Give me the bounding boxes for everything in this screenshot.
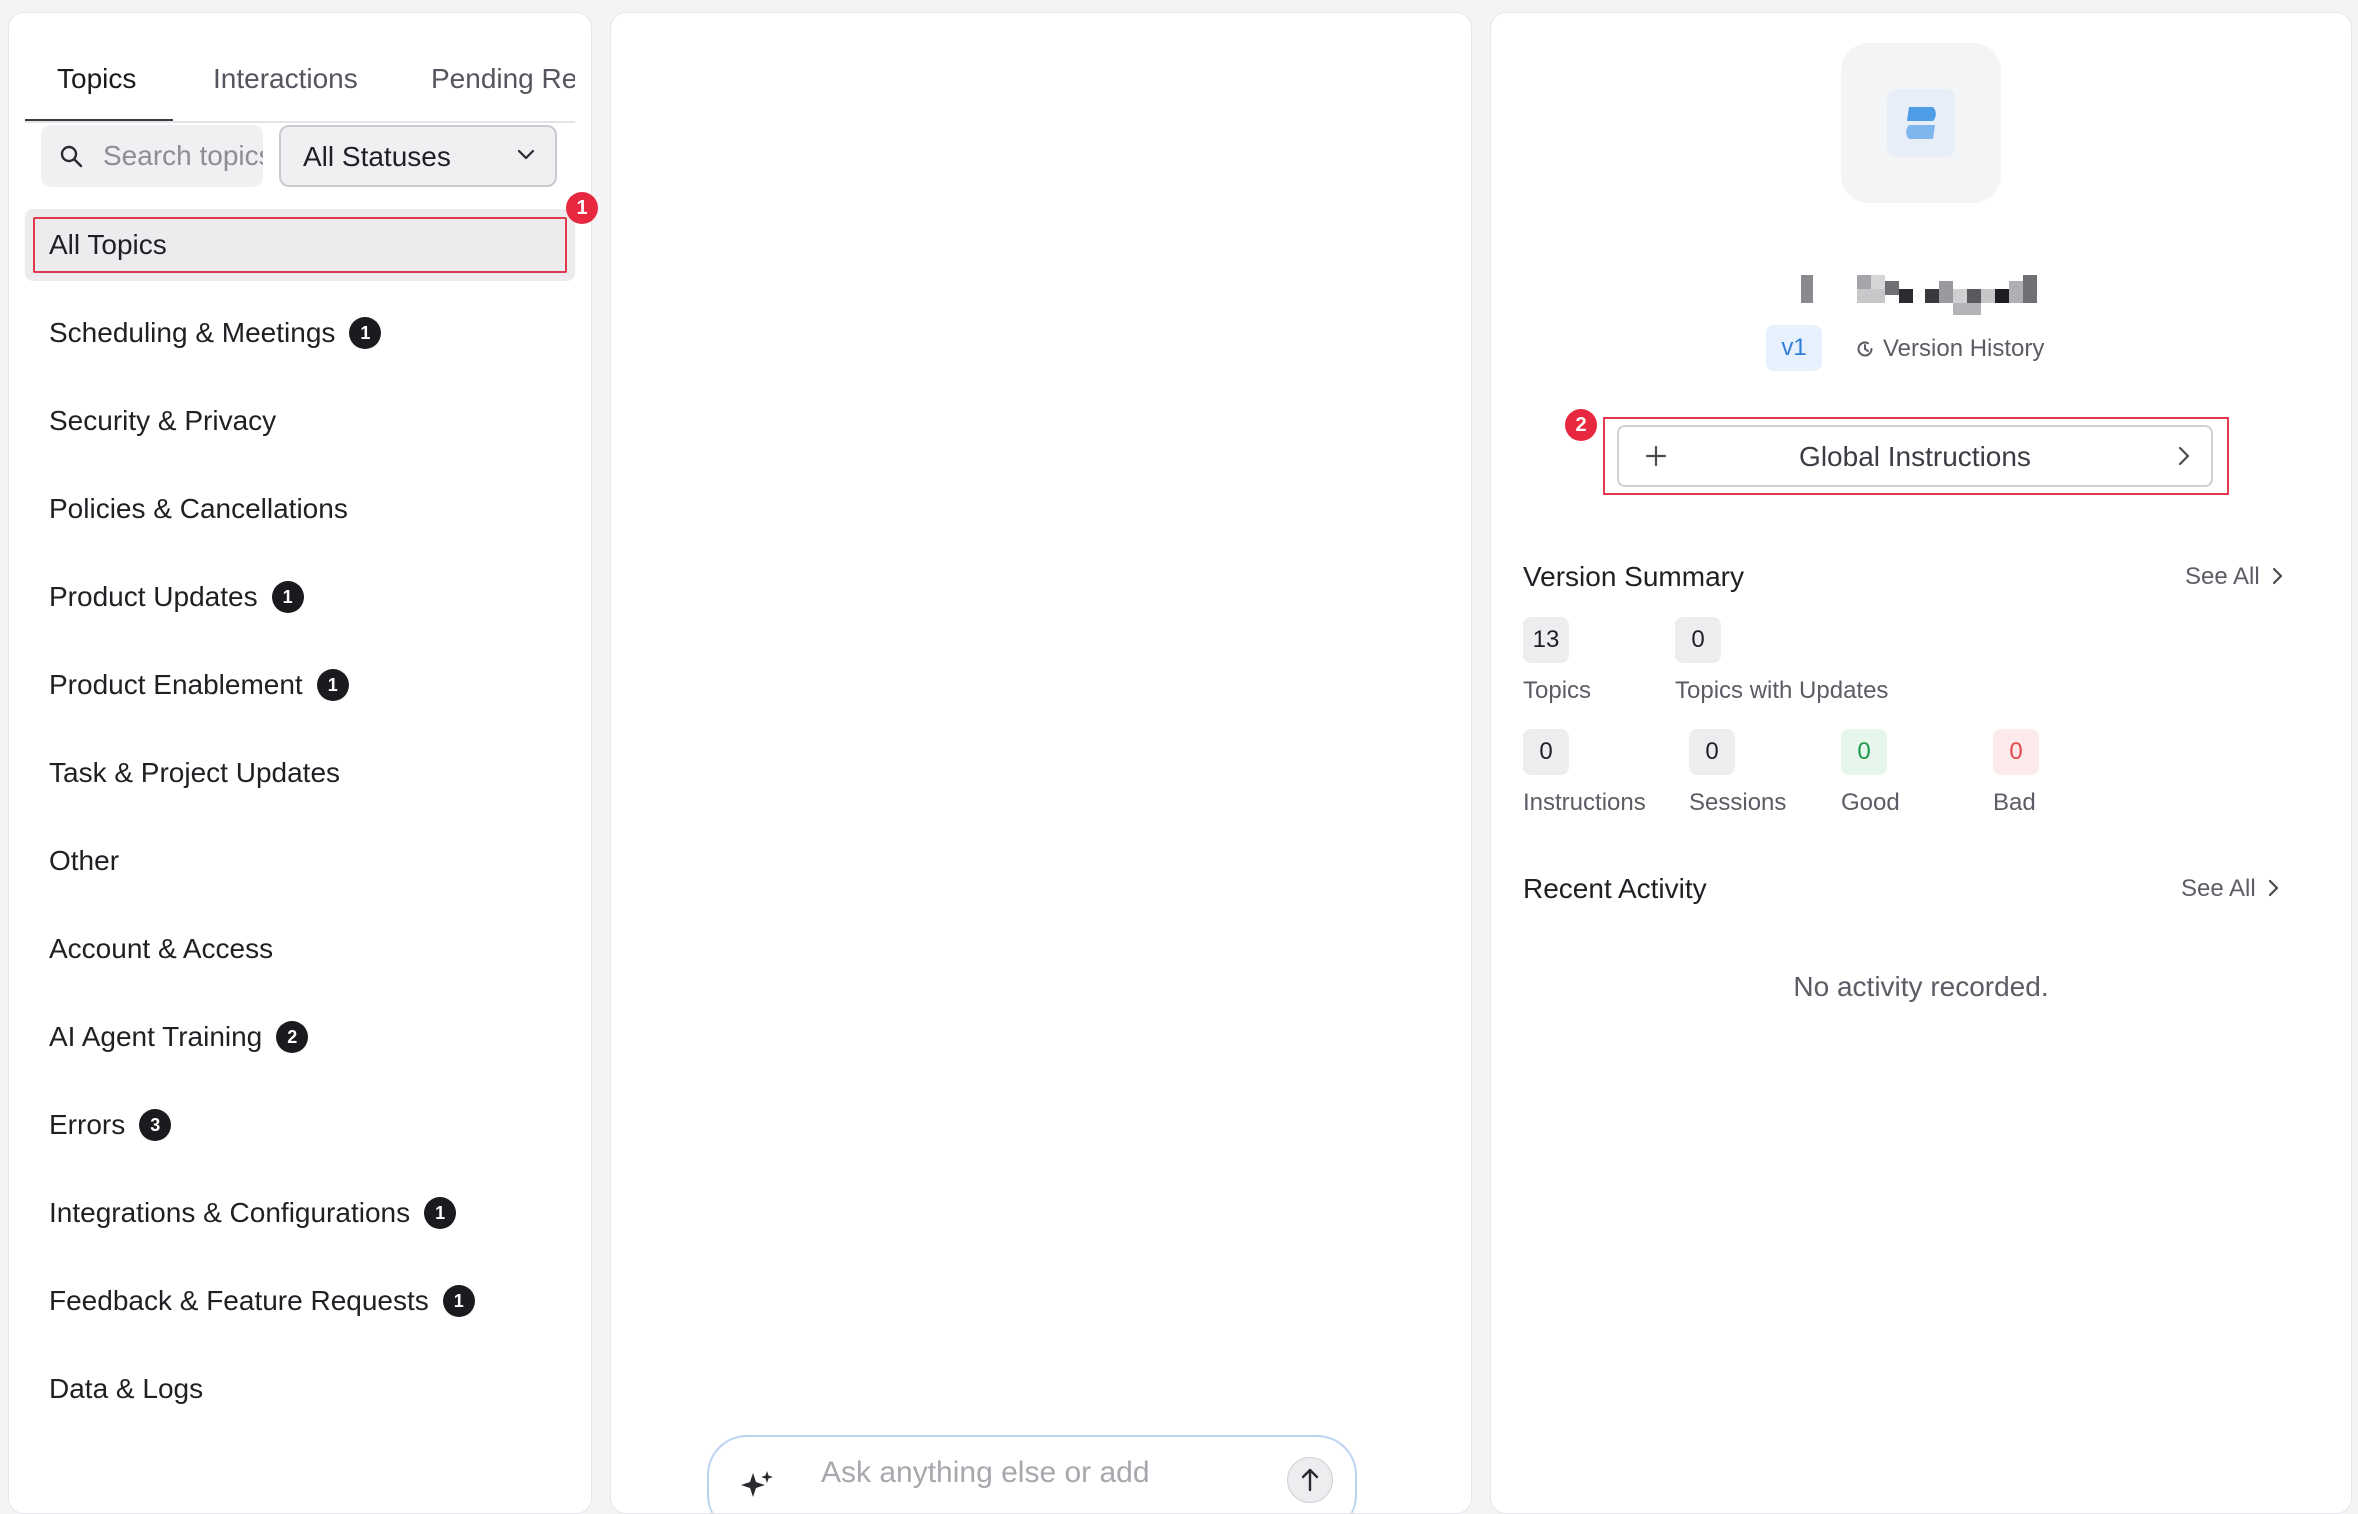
chevron-right-icon — [2272, 567, 2282, 585]
see-all-label: See All — [2185, 563, 2260, 590]
chevron-down-icon — [517, 149, 535, 160]
topic-label: Integrations & Configurations — [49, 1197, 411, 1228]
topic-item-product-enablement[interactable]: Product Enablement 1 — [25, 641, 575, 729]
stat-sessions: 0 Sessions — [1689, 729, 1786, 817]
version-badge[interactable]: v1 — [1766, 325, 1822, 371]
search-box[interactable] — [41, 125, 263, 187]
count-badge: 1 — [349, 317, 382, 349]
topic-item-other[interactable]: Other — [25, 817, 575, 905]
topic-item-security-privacy[interactable]: Security & Privacy — [25, 377, 575, 465]
topic-item-errors[interactable]: Errors 3 — [25, 1081, 575, 1169]
tab-interactions[interactable]: Interactions — [213, 63, 358, 95]
panel-tabs: Topics Interactions Pending Rev — [25, 41, 575, 123]
chevron-right-icon — [2268, 879, 2278, 897]
count-badge: 1 — [424, 1197, 457, 1229]
active-tab-indicator — [25, 119, 173, 121]
topic-label: Other — [49, 845, 120, 876]
version-history-link[interactable]: Version History — [1855, 335, 2044, 363]
topic-item-feedback-feature-requests[interactable]: Feedback & Feature Requests 1 — [25, 1257, 575, 1345]
topic-item-scheduling-meetings[interactable]: Scheduling & Meetings 1 — [25, 289, 575, 377]
chat-composer[interactable] — [707, 1435, 1357, 1513]
tab-topics[interactable]: Topics — [57, 63, 136, 95]
topic-item-data-logs[interactable]: Data & Logs — [25, 1345, 575, 1433]
topic-label: Errors — [49, 1109, 126, 1140]
topic-list: All Topics Scheduling & Meetings 1 Secur… — [25, 209, 575, 1433]
stat-value: 13 — [1523, 617, 1569, 663]
global-instructions-label: Global Instructions — [1799, 441, 2031, 472]
topic-item-account-access[interactable]: Account & Access — [25, 905, 575, 993]
version-history-label: Version History — [1883, 335, 2045, 362]
status-filter-value: All Statuses — [303, 141, 451, 172]
stat-topics-with-updates: 0 Topics with Updates — [1675, 617, 1888, 705]
stat-value: 0 — [1841, 729, 1887, 775]
topic-item-product-updates[interactable]: Product Updates 1 — [25, 553, 575, 641]
annotation-marker-2: 2 — [1565, 409, 1597, 441]
topic-label: Data & Logs — [49, 1373, 204, 1404]
topic-label: Product Enablement — [49, 669, 303, 700]
stat-instructions: 0 Instructions — [1523, 729, 1646, 817]
stat-label: Good — [1841, 789, 1900, 816]
history-icon — [1857, 341, 1873, 357]
version-summary-see-all[interactable]: See All — [2185, 563, 2284, 591]
send-button[interactable] — [1287, 1457, 1333, 1503]
agent-details-panel: v1 Version History 2 Global Instructions… — [1490, 12, 2352, 1514]
topic-label: Scheduling & Meetings — [49, 317, 336, 348]
stat-bad: 0 Bad — [1993, 729, 2039, 817]
agent-name-redacted — [1801, 263, 2051, 315]
stat-label: Sessions — [1689, 789, 1787, 816]
recent-activity-see-all[interactable]: See All — [2181, 875, 2280, 903]
stat-value: 0 — [1993, 729, 2039, 775]
search-icon — [60, 145, 83, 168]
agent-logo — [1841, 43, 2001, 203]
search-input[interactable] — [103, 125, 263, 187]
topic-item-policies-cancellations[interactable]: Policies & Cancellations — [25, 465, 575, 553]
topic-label: Product Updates — [49, 581, 258, 612]
version-summary-title: Version Summary — [1523, 561, 1744, 592]
stat-label: Topics — [1523, 677, 1592, 704]
topic-item-integrations-configurations[interactable]: Integrations & Configurations 1 — [25, 1169, 575, 1257]
stat-good: 0 Good — [1841, 729, 1900, 817]
topics-panel: Topics Interactions Pending Rev All Stat… — [8, 12, 592, 1514]
topic-label: Feedback & Feature Requests — [49, 1285, 429, 1316]
topic-label: AI Agent Training — [49, 1021, 263, 1052]
chevron-right-icon — [2178, 446, 2190, 466]
agent-logo-icon — [1887, 89, 1955, 157]
topic-label: Policies & Cancellations — [49, 493, 348, 524]
stat-label: Topics with Updates — [1675, 677, 1889, 704]
highlight-box — [33, 217, 567, 273]
stat-value: 0 — [1523, 729, 1569, 775]
annotation-marker-1: 1 — [566, 192, 598, 224]
see-all-label: See All — [2181, 875, 2256, 902]
topic-item-task-project-updates[interactable]: Task & Project Updates — [25, 729, 575, 817]
stat-value: 0 — [1689, 729, 1735, 775]
tab-pending-review[interactable]: Pending Rev — [431, 63, 575, 95]
chat-input[interactable] — [819, 1447, 1263, 1499]
stat-topics: 13 Topics — [1523, 617, 1591, 705]
count-badge: 2 — [276, 1021, 309, 1053]
arrow-up-icon — [1301, 1468, 1319, 1492]
count-badge: 1 — [442, 1285, 475, 1317]
stat-label: Bad — [1993, 789, 2036, 816]
recent-activity-title: Recent Activity — [1523, 873, 1707, 904]
chat-panel — [610, 12, 1472, 1514]
topic-item-all-topics[interactable]: All Topics — [25, 209, 575, 281]
topic-item-ai-agent-training[interactable]: AI Agent Training 2 — [25, 993, 575, 1081]
status-filter-select[interactable]: All Statuses — [279, 125, 557, 187]
topic-label: Account & Access — [49, 933, 274, 964]
sparkle-icon — [741, 1471, 773, 1497]
count-badge: 1 — [271, 581, 304, 613]
count-badge: 1 — [316, 669, 349, 701]
count-badge: 3 — [139, 1109, 172, 1141]
stat-label: Instructions — [1523, 789, 1646, 816]
topic-label: Task & Project Updates — [49, 757, 341, 788]
no-activity-message: No activity recorded. — [1793, 971, 2049, 1002]
global-instructions-button[interactable]: Global Instructions — [1617, 425, 2213, 487]
topic-label: Security & Privacy — [49, 405, 277, 436]
stat-value: 0 — [1675, 617, 1721, 663]
